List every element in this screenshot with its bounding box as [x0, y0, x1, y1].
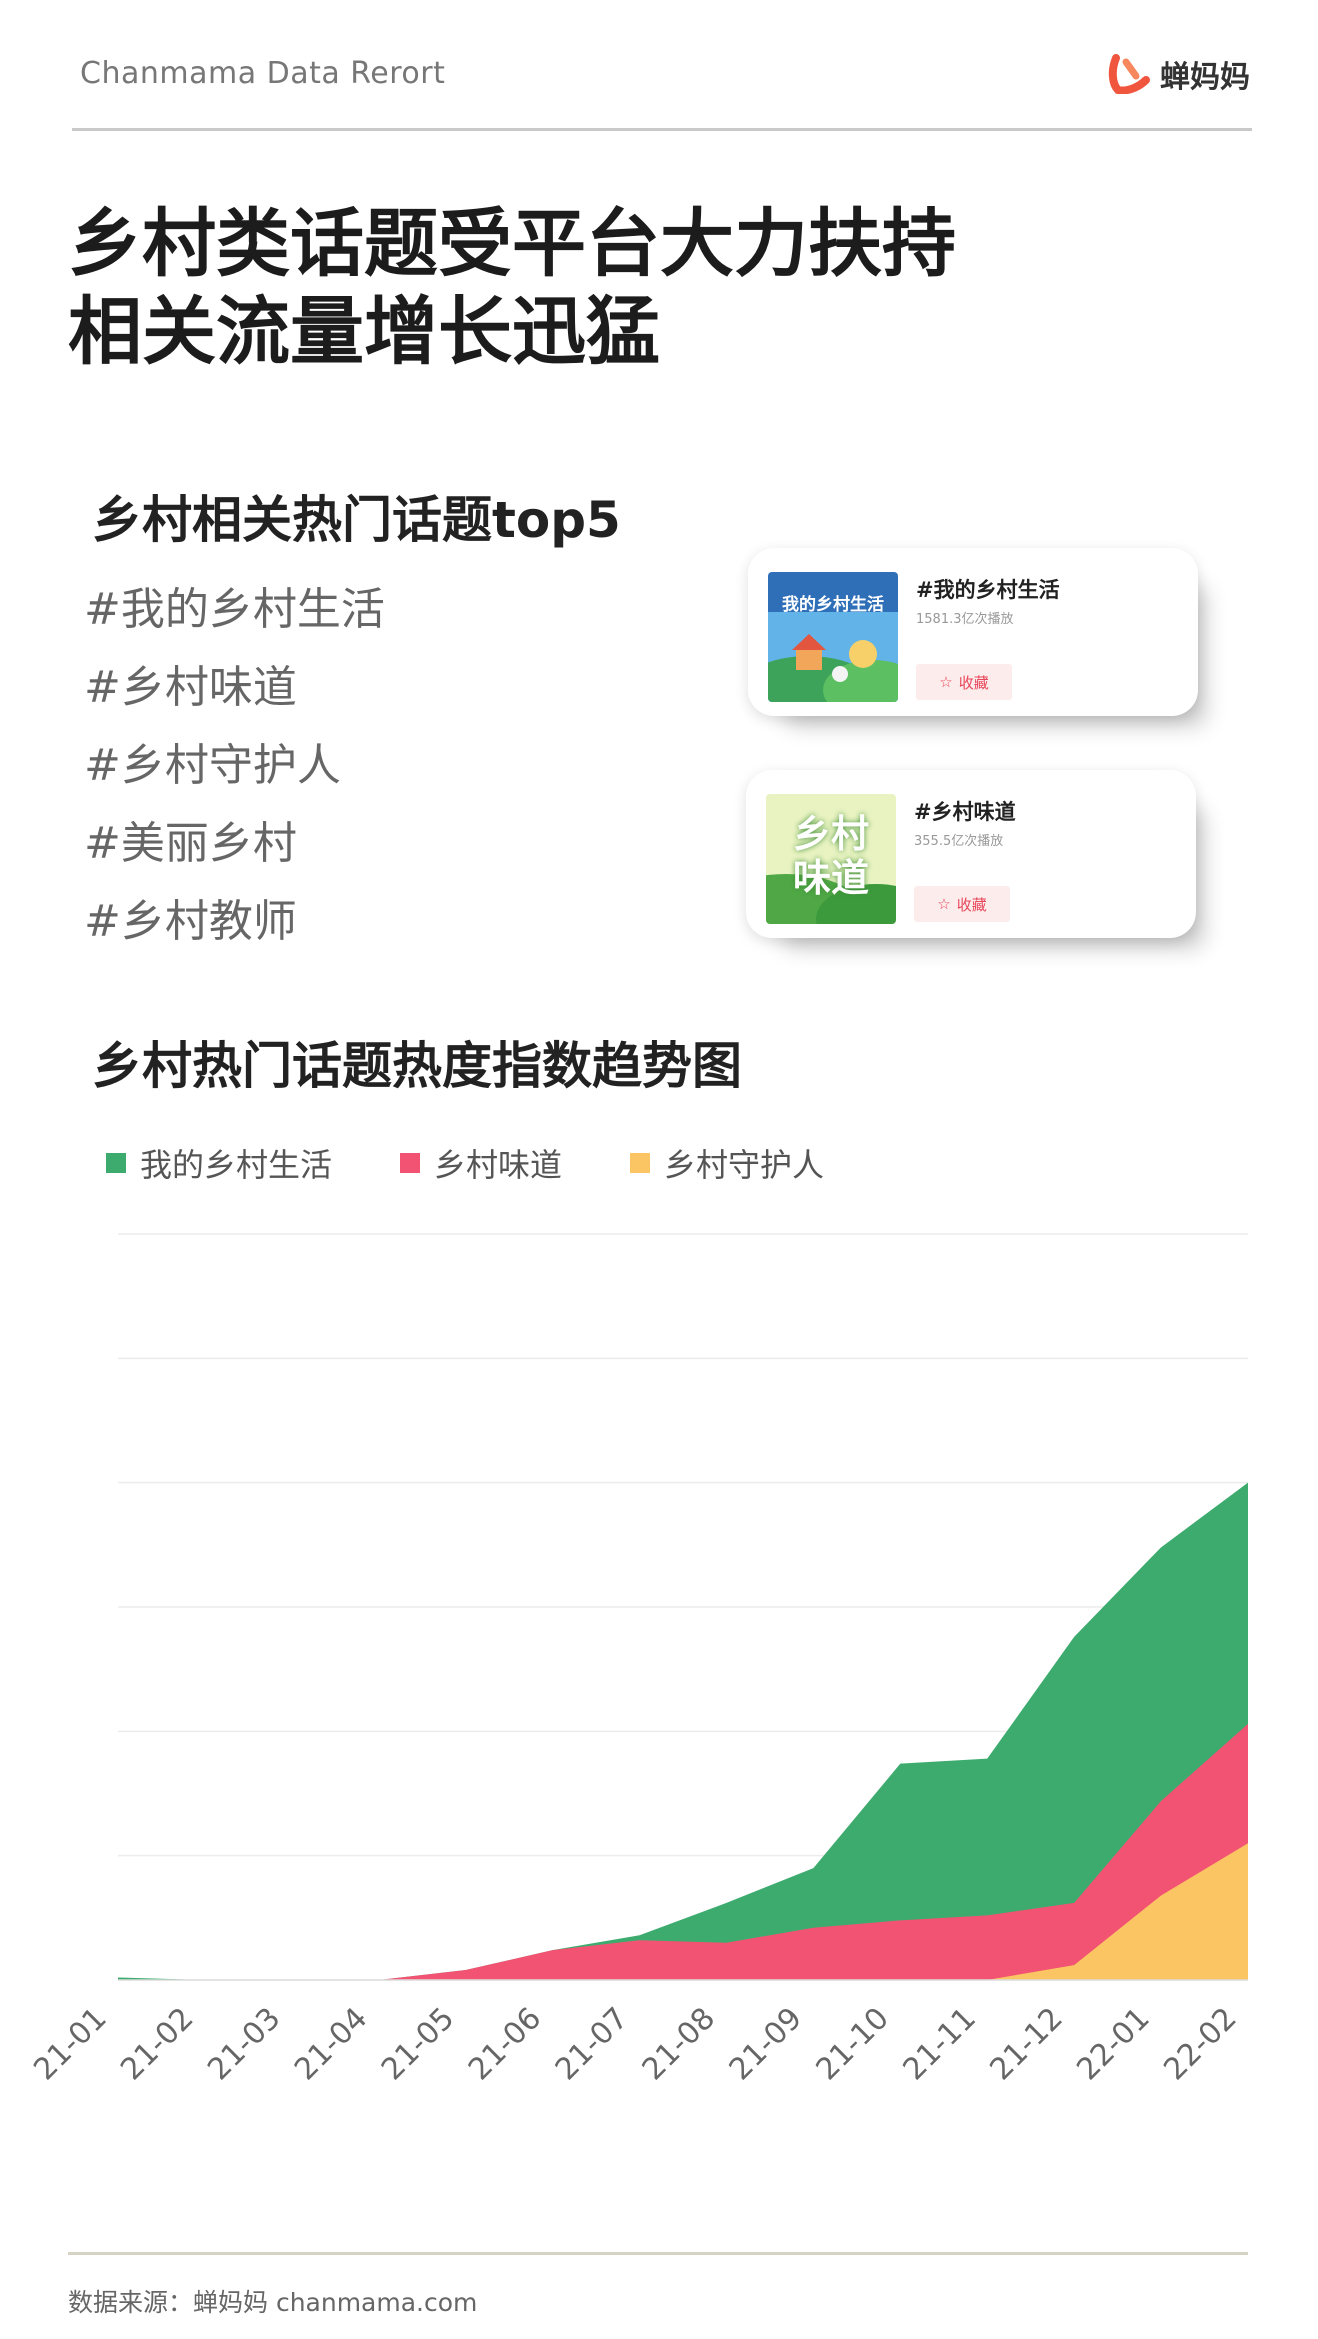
card-title: #我的乡村生活: [916, 578, 1060, 602]
x-tick-label: 21-02: [114, 2001, 200, 2087]
star-icon: ☆: [939, 673, 953, 691]
card-play-count: 355.5亿次播放: [914, 834, 1004, 849]
topics-section-title: 乡村相关热门话题top5: [92, 491, 621, 549]
topic-item: #乡村味道: [84, 662, 297, 713]
title-line-1: 乡村类话题受平台大力扶持: [68, 201, 956, 287]
star-icon: ☆: [937, 895, 951, 913]
logo: 蝉妈妈: [1108, 52, 1250, 96]
topic-card[interactable]: 我的乡村生活 #我的乡村生活 1581.3亿次播放 ☆ 收藏: [748, 548, 1198, 716]
x-tick-label: 21-07: [549, 2001, 635, 2087]
favorite-button[interactable]: ☆ 收藏: [914, 886, 1010, 922]
legend-item: 我的乡村生活: [106, 1140, 332, 1186]
chanmama-logo-icon: [1108, 54, 1150, 94]
x-tick-label: 21-06: [462, 2001, 548, 2087]
favorite-button-label: 收藏: [956, 895, 987, 914]
x-tick-label: 21-11: [896, 2001, 982, 2087]
topic-thumbnail: 我的乡村生活: [768, 572, 898, 702]
thumbnail-caption: 乡村味道: [792, 812, 869, 900]
legend-label: 我的乡村生活: [140, 1146, 333, 1184]
topic-item: #乡村守护人: [84, 740, 341, 791]
x-tick-label: 21-08: [636, 2001, 722, 2087]
footer-divider: [68, 2252, 1248, 2255]
report-brand: Chanmama Data Rerort: [80, 56, 446, 91]
x-tick-label: 21-05: [375, 2001, 461, 2087]
favorite-button-label: 收藏: [958, 673, 989, 692]
legend-swatch: [630, 1153, 651, 1173]
data-source: 数据来源：蝉妈妈 chanmama.com: [68, 2288, 478, 2317]
topic-item: #美丽乡村: [84, 818, 297, 869]
chart-legend: 我的乡村生活 乡村味道 乡村守护人: [106, 1140, 892, 1186]
x-tick-label: 21-12: [983, 2001, 1069, 2087]
x-tick-label: 22-02: [1157, 2001, 1243, 2087]
x-tick-label: 21-04: [288, 2001, 374, 2087]
favorite-button[interactable]: ☆ 收藏: [916, 664, 1012, 700]
thumbnail-caption: 我的乡村生活: [782, 595, 884, 615]
x-tick-label: 21-10: [810, 2001, 896, 2087]
logo-text: 蝉妈妈: [1160, 60, 1250, 95]
topic-thumbnail: 乡村味道: [766, 794, 896, 924]
page-title: 乡村类话题受平台大力扶持 相关流量增长迅猛: [68, 200, 956, 376]
topic-card[interactable]: 乡村味道 #乡村味道 355.5亿次播放 ☆ 收藏: [746, 770, 1196, 938]
x-tick-label: 21-01: [27, 2001, 113, 2087]
title-line-2: 相关流量增长迅猛: [68, 289, 660, 375]
x-tick-label: 22-01: [1070, 2001, 1156, 2087]
legend-swatch: [400, 1153, 421, 1173]
legend-item: 乡村守护人: [630, 1140, 824, 1186]
chart-section-title: 乡村热门话题热度指数趋势图: [92, 1037, 742, 1095]
topic-item: #我的乡村生活: [84, 584, 385, 635]
card-title: #乡村味道: [914, 800, 1016, 824]
topic-list: #我的乡村生活 #乡村味道 #乡村守护人 #美丽乡村 #乡村教师: [84, 580, 385, 970]
legend-label: 乡村守护人: [664, 1146, 825, 1184]
legend-swatch: [106, 1153, 126, 1173]
topic-item: #乡村教师: [84, 896, 297, 947]
x-tick-label: 21-09: [723, 2001, 809, 2087]
area-chart: 21-01 21-02 21-03 21-04 21-05 21-06 21-07 21-08…: [27, 1233, 1248, 2087]
legend-item: 乡村味道: [400, 1140, 562, 1186]
header-divider: [72, 128, 1252, 131]
legend-label: 乡村味道: [434, 1146, 563, 1184]
x-tick-label: 21-03: [201, 2001, 287, 2087]
card-play-count: 1581.3亿次播放: [916, 612, 1014, 627]
